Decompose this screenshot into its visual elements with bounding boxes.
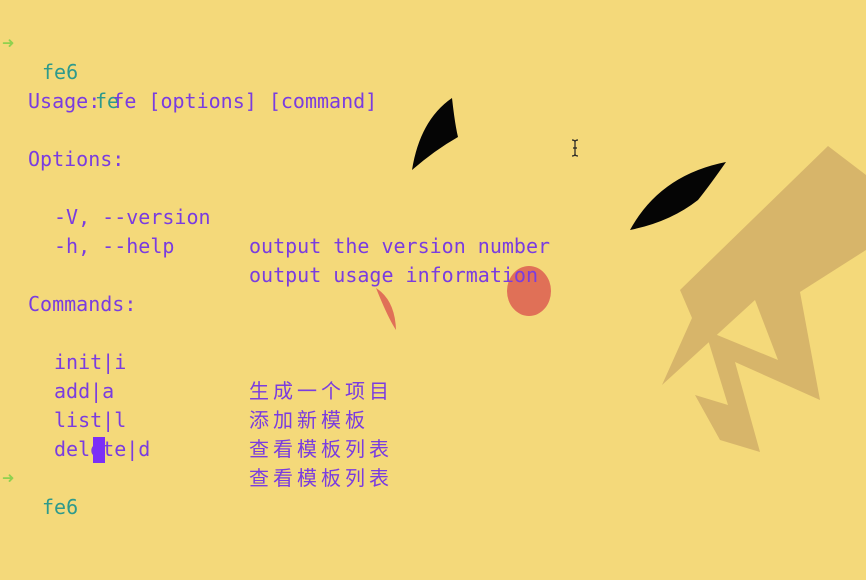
command-row: init|i 生成一个项目 [0, 319, 866, 403]
option-flag: -h, --help [54, 234, 175, 258]
command-row: list|l 查看模板列表 [0, 377, 866, 461]
option-description: output the version number [249, 234, 551, 258]
command-row: add|a 添加新模板 [0, 348, 866, 432]
option-row: -h, --help output usage information [0, 203, 866, 287]
commands-header-line: Commands: [0, 261, 136, 316]
commands-header: Commands: [28, 292, 137, 316]
text-cursor-ibeam-icon [571, 139, 579, 157]
option-description: output usage information [249, 263, 538, 287]
prompt-line-2[interactable]: ➜ fe6 [0, 435, 866, 519]
prompt-arrow-icon: ➜ [2, 31, 15, 55]
terminal-window[interactable]: ➜ fe6 fe Usage: fe [options] [command] O… [0, 0, 866, 519]
usage-text: Usage: fe [options] [command] [28, 89, 378, 113]
prompt-directory: fe6 [42, 495, 79, 519]
command-description: 查看模板列表 [249, 466, 393, 490]
options-header-line: Options: [0, 116, 124, 171]
command-row: delete|d 查看模板列表 [0, 406, 866, 490]
terminal-cursor [93, 437, 105, 463]
option-row: -V, --version output the version number [0, 174, 866, 258]
prompt-line-1: ➜ fe6 fe [0, 0, 866, 113]
usage-line: Usage: fe [options] [command] [0, 58, 377, 113]
options-header: Options: [28, 147, 125, 171]
prompt-arrow-icon: ➜ [2, 466, 15, 490]
